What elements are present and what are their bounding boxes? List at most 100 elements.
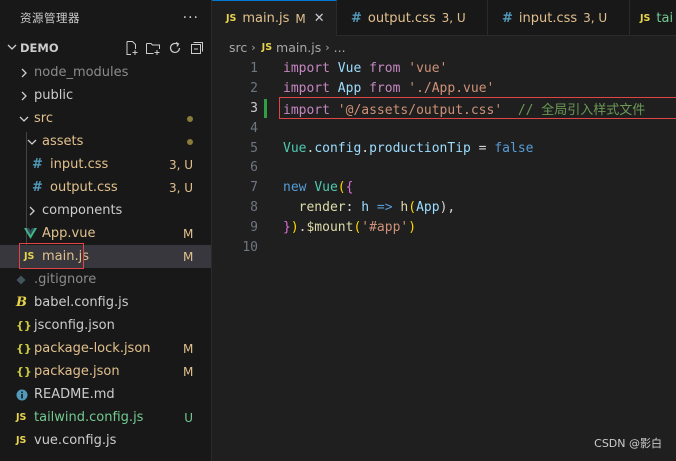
- tree-file-input-css[interactable]: # input.css 3, U: [0, 153, 211, 176]
- tab-status: M: [295, 11, 306, 26]
- tab-label: output.css: [367, 10, 436, 26]
- line-number: 9: [250, 219, 258, 235]
- git-status-badge: M: [183, 364, 194, 379]
- code-line: 8 render: h => h(App),: [212, 198, 676, 218]
- workspace-header[interactable]: DEMO: [0, 36, 211, 60]
- css-file-icon: #: [32, 157, 43, 172]
- json-file-icon: {}: [16, 365, 32, 378]
- chevron-right-icon: [24, 206, 40, 216]
- tree-folder-public[interactable]: public: [0, 84, 211, 107]
- tree-file-babel-config[interactable]: B babel.config.js: [0, 291, 211, 314]
- tree-item-label: src: [34, 111, 53, 126]
- info-icon: [16, 389, 34, 401]
- chevron-down-icon: [24, 137, 40, 147]
- git-status-badge: 3, U: [168, 180, 193, 195]
- tree-folder-components[interactable]: components: [0, 199, 211, 222]
- editor-area: JS main.js M ✕ # output.css 3, U # input…: [212, 0, 676, 461]
- tree-file-output-css[interactable]: # output.css 3, U: [0, 176, 211, 199]
- js-file-icon: JS: [16, 412, 27, 423]
- code-line: 4: [212, 118, 676, 138]
- js-file-icon: JS: [16, 435, 27, 446]
- git-status-badge: M: [183, 226, 194, 241]
- tree-item-label: babel.config.js: [34, 295, 129, 310]
- code-text: import Vue from 'vue': [283, 61, 448, 77]
- code-text: render: h => h(App),: [298, 199, 456, 215]
- tree-file-readme[interactable]: README.md: [0, 383, 211, 406]
- gutter: [258, 59, 283, 79]
- vue-file-icon: [24, 228, 42, 239]
- breadcrumb-item[interactable]: main.js: [276, 40, 321, 55]
- tree-item-label: App.vue: [42, 226, 96, 241]
- code-line: 6: [212, 158, 676, 178]
- explorer-header: 资源管理器 ···: [0, 0, 211, 36]
- close-icon[interactable]: ✕: [314, 11, 325, 26]
- explorer-sidebar: 资源管理器 ··· DEMO node_modules public src a…: [0, 0, 212, 461]
- code-line: 7 new Vue({: [212, 178, 676, 198]
- tab-status: 3, U: [441, 11, 466, 25]
- tab-tailwind-config[interactable]: JS tai: [630, 0, 676, 36]
- code-text: import App from './App.vue': [283, 81, 495, 97]
- tree-item-label: package.json: [34, 364, 120, 379]
- line-number: 8: [250, 199, 258, 215]
- git-status-badge: 3, U: [168, 157, 193, 172]
- tree-item-label: jsconfig.json: [34, 318, 115, 333]
- breadcrumb: src › JS main.js › ...: [212, 36, 676, 58]
- js-file-icon: JS: [640, 12, 651, 24]
- line-number: 3: [250, 100, 258, 116]
- new-file-icon[interactable]: [123, 40, 139, 56]
- code-line-current: 3 import '@/assets/output.css' // 全局引入样式…: [212, 96, 676, 119]
- chevron-right-icon: [16, 68, 32, 78]
- tree-file-jsconfig[interactable]: {} jsconfig.json: [0, 314, 211, 337]
- tab-input-css[interactable]: # input.css 3, U: [488, 0, 630, 36]
- tree-item-label: output.css: [50, 180, 118, 195]
- new-folder-icon[interactable]: [145, 40, 161, 56]
- tree-folder-node-modules[interactable]: node_modules: [0, 61, 211, 84]
- chevron-down-icon: [4, 42, 20, 55]
- explorer-title: 资源管理器: [20, 11, 80, 25]
- tree-folder-assets[interactable]: assets: [0, 130, 211, 153]
- chevron-right-icon: ›: [251, 40, 256, 54]
- code-line: 1 import Vue from 'vue': [212, 59, 676, 79]
- tab-label: main.js: [242, 11, 290, 26]
- code-line: 9 }).$mount('#app'): [212, 217, 676, 237]
- collapse-all-icon[interactable]: [189, 40, 205, 56]
- babel-file-icon: B: [16, 295, 27, 310]
- tab-label: input.css: [518, 10, 578, 26]
- tab-output-css[interactable]: # output.css 3, U: [337, 0, 488, 36]
- tree-folder-src[interactable]: src: [0, 107, 211, 130]
- tab-main-js[interactable]: JS main.js M ✕: [212, 0, 337, 36]
- css-file-icon: #: [502, 10, 513, 26]
- git-status-badge: M: [183, 249, 194, 264]
- code-editor[interactable]: 1 import Vue from 'vue' 2 import App fro…: [212, 59, 676, 257]
- git-file-icon: [16, 275, 34, 285]
- tree-file-package-json[interactable]: {} package.json M: [0, 360, 211, 383]
- tab-label: tai: [656, 10, 674, 26]
- code-text: }).$mount('#app'): [283, 219, 417, 235]
- js-file-icon: JS: [261, 41, 273, 53]
- tree-item-label: components: [42, 203, 123, 218]
- tree-file-app-vue[interactable]: App.vue M: [0, 222, 211, 245]
- git-status-badge: U: [184, 410, 193, 425]
- chevron-right-icon: [16, 91, 32, 101]
- git-status-badge: M: [183, 341, 194, 356]
- tree-file-tailwind-config[interactable]: JS tailwind.config.js U: [0, 406, 211, 429]
- tree-item-label: node_modules: [34, 65, 129, 80]
- code-text: new Vue({: [283, 180, 354, 196]
- refresh-icon[interactable]: [167, 40, 183, 56]
- tree-file-gitignore[interactable]: .gitignore: [0, 268, 211, 291]
- css-file-icon: #: [351, 10, 362, 26]
- tree-item-label: vue.config.js: [34, 433, 117, 448]
- breadcrumb-item[interactable]: src: [229, 40, 247, 55]
- more-actions-icon[interactable]: ···: [183, 10, 199, 26]
- tree-item-label: input.css: [50, 157, 109, 172]
- line-number: 5: [250, 140, 258, 156]
- tree-file-package-lock[interactable]: {} package-lock.json M: [0, 337, 211, 360]
- line-number: 1: [250, 61, 258, 77]
- tree-item-label: public: [34, 88, 74, 103]
- line-number: 7: [250, 180, 258, 196]
- breadcrumb-item[interactable]: ...: [334, 40, 346, 55]
- line-number: 10: [242, 239, 258, 255]
- line-number: 2: [250, 81, 258, 97]
- line-number: 6: [250, 160, 258, 176]
- tree-file-vue-config[interactable]: JS vue.config.js: [0, 429, 211, 452]
